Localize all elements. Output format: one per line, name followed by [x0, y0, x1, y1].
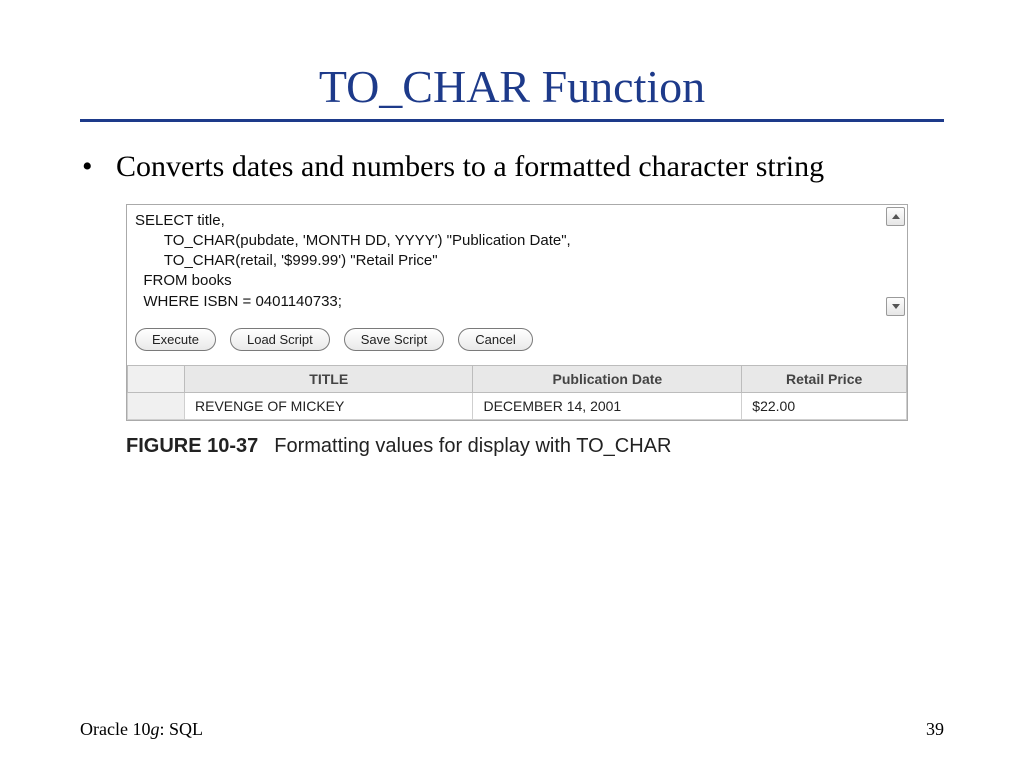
figure-text: Formatting values for display with TO_CH… [274, 435, 671, 457]
cell-retail: $22.00 [742, 392, 907, 419]
execute-button[interactable]: Execute [135, 328, 216, 351]
page-number: 39 [926, 719, 944, 740]
row-number-header [128, 365, 185, 392]
table-row: REVENGE OF MICKEY DECEMBER 14, 2001 $22.… [128, 392, 907, 419]
cell-pubdate: DECEMBER 14, 2001 [473, 392, 742, 419]
sql-panel: SELECT title, TO_CHAR(pubdate, 'MONTH DD… [126, 204, 908, 421]
sql-editor[interactable]: SELECT title, TO_CHAR(pubdate, 'MONTH DD… [127, 205, 907, 318]
footer-source: Oracle 10g: SQL [80, 719, 203, 740]
cancel-button[interactable]: Cancel [458, 328, 532, 351]
scroll-down-button[interactable] [886, 297, 905, 316]
col-retail: Retail Price [742, 365, 907, 392]
load-script-button[interactable]: Load Script [230, 328, 330, 351]
footer-text-c: : SQL [159, 719, 203, 739]
bullet-item: • Converts dates and numbers to a format… [80, 148, 944, 186]
table-header-row: TITLE Publication Date Retail Price [128, 365, 907, 392]
bullet-text: Converts dates and numbers to a formatte… [116, 148, 944, 186]
result-table: TITLE Publication Date Retail Price REVE… [127, 365, 907, 420]
figure-number: FIGURE 10-37 [126, 435, 258, 457]
footer-text-a: Oracle 10 [80, 719, 150, 739]
slide-title: TO_CHAR Function [80, 60, 944, 113]
chevron-up-icon [892, 214, 900, 219]
col-title: TITLE [185, 365, 473, 392]
col-pubdate: Publication Date [473, 365, 742, 392]
row-number [128, 392, 185, 419]
title-rule [80, 119, 944, 122]
scroll-up-button[interactable] [886, 207, 905, 226]
sql-text[interactable]: SELECT title, TO_CHAR(pubdate, 'MONTH DD… [127, 205, 907, 318]
bullet-marker: • [80, 148, 116, 186]
save-script-button[interactable]: Save Script [344, 328, 444, 351]
button-row: Execute Load Script Save Script Cancel [127, 318, 907, 365]
chevron-down-icon [892, 304, 900, 309]
cell-title: REVENGE OF MICKEY [185, 392, 473, 419]
slide-footer: Oracle 10g: SQL 39 [80, 719, 944, 740]
figure-caption: FIGURE 10-37 Formatting values for displa… [126, 435, 944, 458]
